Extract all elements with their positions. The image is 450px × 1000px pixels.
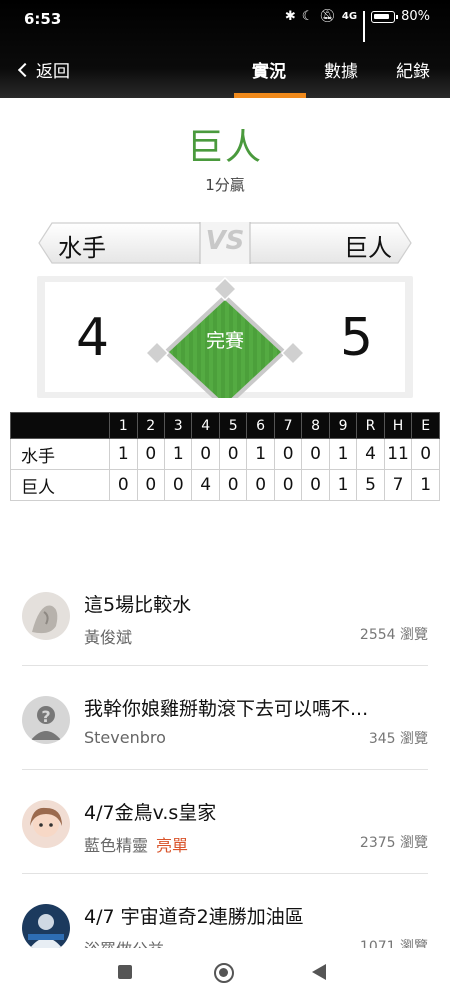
post-author: 黃俊斌 — [84, 628, 133, 647]
status-time: 6:53 — [24, 10, 62, 28]
tab-records[interactable]: 紀錄 — [396, 57, 430, 82]
post-title: 這5場比較水 — [84, 594, 192, 616]
table-row: 巨人 0 0 0 4 0 0 0 0 1 5 7 1 — [9, 469, 440, 501]
system-navigation-bar — [0, 948, 450, 1000]
table-header-row: 1 2 3 4 5 6 7 8 9 R H E — [9, 412, 440, 439]
active-tab-indicator — [234, 93, 306, 98]
post-views: 2375 瀏覽 — [359, 835, 428, 851]
score-cell: 0 — [191, 438, 220, 470]
avatar — [22, 904, 70, 952]
score-cell: 0 — [109, 469, 138, 501]
battery-label: 80% — [401, 9, 430, 24]
header-cell: 9 — [328, 412, 358, 439]
score-cell: 0 — [218, 469, 248, 501]
score-cell: 1 — [328, 438, 358, 470]
svg-text:?: ? — [41, 707, 50, 726]
score-cell: 7 — [383, 469, 413, 501]
recents-button[interactable] — [118, 965, 132, 979]
score-cell: 1 — [328, 469, 358, 501]
table-row: 水手 1 0 1 0 0 1 0 0 1 4 11 0 — [9, 438, 440, 470]
header-cell: 2 — [136, 412, 166, 439]
header-cell: R — [356, 412, 385, 439]
score-cell: 0 — [411, 438, 440, 470]
score-cell: 0 — [218, 438, 248, 470]
battery-icon — [371, 10, 399, 23]
score-cell: 0 — [246, 469, 275, 501]
header-cell: 8 — [301, 412, 330, 439]
score-cell: 0 — [163, 469, 193, 501]
post-tag: 亮單 — [156, 836, 189, 855]
avatar — [22, 592, 70, 640]
score-cell: 0 — [301, 469, 330, 501]
home-score: 5 — [340, 308, 374, 368]
score-cell: 0 — [136, 438, 166, 470]
network-label: 4G — [341, 11, 358, 22]
header-cell: E — [411, 412, 440, 439]
post-views: 345 瀏覽 — [368, 731, 428, 747]
post-title: 4/7金鳥v.s皇家 — [84, 802, 217, 824]
list-item[interactable]: 4/7金鳥v.s皇家 藍色精靈 亮單 2375 瀏覽 — [22, 770, 428, 874]
post-title: 我幹你娘雞掰勒滾下去可以嗎不... — [84, 698, 369, 720]
score-cell: 0 — [273, 438, 303, 470]
winner-team: 巨人 — [186, 127, 263, 168]
tab-live[interactable]: 實況 — [252, 57, 286, 82]
vs-badge: VS — [205, 226, 245, 256]
header-nav: 返回 實況 數據 紀錄 — [0, 50, 450, 98]
row-team: 巨人 — [9, 469, 111, 501]
moon-icon: ☾ — [301, 9, 314, 24]
header-cell: 4 — [191, 412, 220, 439]
line-score-table: 1 2 3 4 5 6 7 8 9 R H E 水手 1 0 1 0 0 1 0… — [9, 412, 440, 501]
discussion-list: 這5場比較水 黃俊斌 2554 瀏覽 ? 我幹你娘雞掰勒滾下去可以嗎不... S… — [0, 562, 450, 978]
tab-stats[interactable]: 數據 — [324, 57, 358, 82]
post-author: 藍色精靈 亮單 — [84, 836, 189, 855]
avatar — [22, 800, 70, 848]
score-cell: 0 — [136, 469, 166, 501]
header-cell: H — [383, 412, 413, 439]
away-team-name: 水手 — [58, 234, 106, 262]
score-cell: 4 — [191, 469, 220, 501]
score-cell: 11 — [383, 438, 413, 470]
score-cell: 0 — [301, 438, 330, 470]
score-cell: 0 — [273, 469, 303, 501]
away-score: 4 — [76, 308, 110, 368]
bluetooth-icon: ✱ — [284, 9, 296, 24]
list-item[interactable]: 這5場比較水 黃俊斌 2554 瀏覽 — [22, 562, 428, 666]
home-button[interactable] — [214, 963, 234, 983]
signal-icon — [363, 10, 366, 42]
score-cell: 1 — [246, 438, 275, 470]
win-margin: 1分贏 — [205, 176, 245, 194]
score-cell: 1 — [411, 469, 440, 501]
chevron-left-icon — [17, 62, 33, 77]
home-team-name: 巨人 — [344, 234, 392, 262]
status-bar: 6:53 ✱ ☾ 🔕︎ 4G 80% — [0, 0, 450, 42]
avatar: ? — [22, 696, 70, 744]
post-title: 4/7 宇宙道奇2連勝加油區 — [84, 906, 304, 928]
status-icons: ✱ ☾ 🔕︎ 4G 80% — [284, 9, 430, 42]
row-team: 水手 — [9, 438, 111, 470]
score-cell: 5 — [356, 469, 385, 501]
score-cell: 1 — [109, 438, 138, 470]
list-item[interactable]: ? 我幹你娘雞掰勒滾下去可以嗎不... Stevenbro 345 瀏覽 — [22, 666, 428, 770]
header-cell: 1 — [109, 412, 138, 439]
header-cell: 3 — [163, 412, 193, 439]
header-cell: 7 — [273, 412, 303, 439]
game-status: 完賽 — [205, 330, 244, 352]
header-cell: 6 — [246, 412, 275, 439]
header-cell: 5 — [218, 412, 248, 439]
score-cell: 4 — [356, 438, 385, 470]
bell-muted-icon: 🔕︎ — [319, 9, 336, 24]
back-nav-button[interactable] — [312, 964, 326, 980]
post-author: Stevenbro — [84, 728, 166, 747]
back-button[interactable]: 返回 — [17, 57, 70, 82]
score-cell: 1 — [163, 438, 193, 470]
post-views: 2554 瀏覽 — [359, 627, 428, 643]
back-label: 返回 — [36, 62, 70, 82]
top-bar: 6:53 ✱ ☾ 🔕︎ 4G 80% 返回 實況 數據 紀錄 — [0, 0, 450, 98]
